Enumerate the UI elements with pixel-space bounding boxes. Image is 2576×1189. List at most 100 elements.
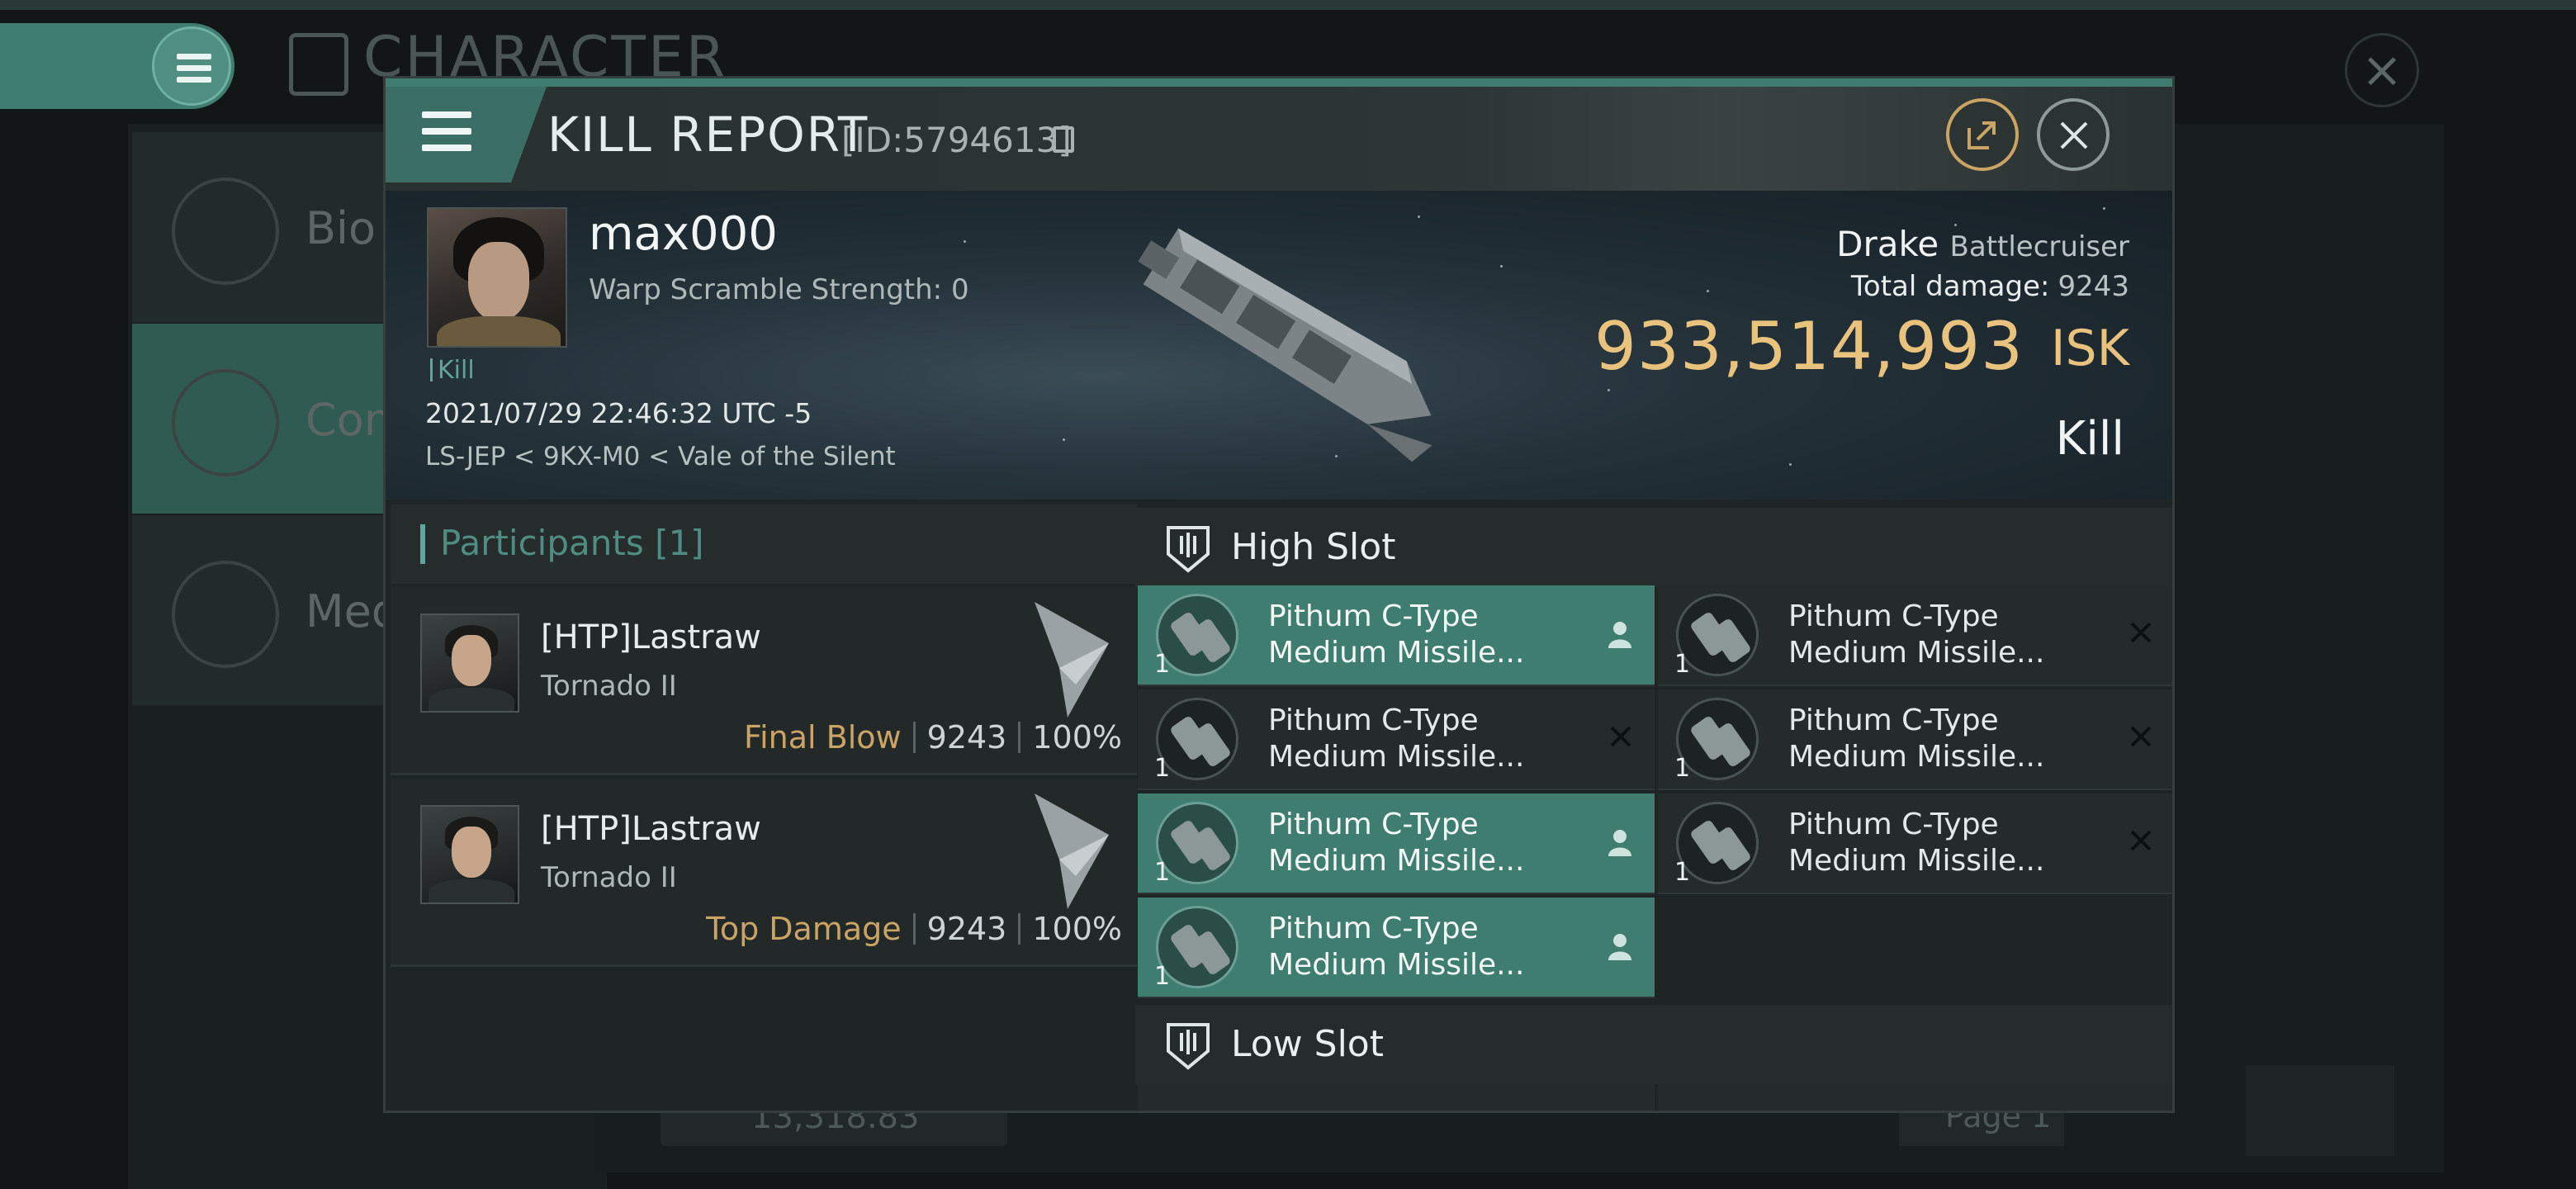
module-name-line1: Pithum C-Type [1268, 912, 1479, 945]
main-menu-button[interactable] [0, 23, 234, 109]
high-slot-icon [1167, 526, 1210, 573]
menu-icon [422, 111, 471, 118]
module-name-line2: Medium Missile... [1788, 740, 2045, 774]
module-name-line1: Pithum C-Type [1788, 599, 1999, 633]
module-item[interactable]: 1 Pithum C-Type Medium Missile... [1138, 689, 1655, 790]
copy-icon[interactable] [1053, 126, 1074, 153]
participant-row[interactable]: [HTP]Lastraw Tornado II Final Blow 9243 10… [391, 587, 1137, 775]
menu-icon [152, 26, 231, 106]
low-slot-header: Low Slot [1135, 1005, 2172, 1084]
participant-ship: Tornado II [541, 670, 677, 703]
total-damage: Total damage: 9243 [1851, 270, 2129, 303]
high-slot-header: High Slot [1135, 508, 2172, 587]
result-label: Kill [2055, 412, 2124, 466]
module-name-line2: Medium Missile... [1268, 740, 1525, 774]
participant-damage: 9243 [926, 719, 1007, 756]
top-damage-tag: Top Damage [706, 911, 902, 947]
module-quantity: 1 [1674, 754, 1691, 783]
participant-ship: Tornado II [541, 861, 677, 894]
isk-value: 933,514,993 [1594, 308, 2024, 385]
module-name: Pithum C-Type Medium Missile... [1788, 703, 2119, 775]
ship-name: Drake Battlecruiser [1836, 224, 2129, 264]
dropped-person-icon [1608, 830, 1631, 856]
participant-percent: 100% [1032, 911, 1122, 947]
destroyed-x-icon [2130, 726, 2152, 747]
module-name-line2: Medium Missile... [1788, 636, 2045, 670]
destroyed-x-icon [2130, 830, 2152, 851]
ship-class: Battlecruiser [1949, 230, 2129, 263]
participant-portrait [420, 805, 519, 904]
module-item[interactable]: 1 Pithum C-Type Medium Missile... [1658, 585, 2172, 686]
participants-accent [420, 524, 425, 564]
top-bar [0, 0, 2576, 10]
module-item[interactable]: 1 Pithum C-Type Medium Missile... [1138, 793, 1655, 894]
participants-count: [1] [655, 523, 704, 563]
kill-time: 2021/07/29 22:46:32 UTC -5 [425, 397, 812, 429]
module-name: Pithum C-Type Medium Missile... [1788, 599, 2119, 671]
isk-unit: ISK [2050, 320, 2129, 377]
module-name-line2: Medium Missile... [1788, 844, 2045, 878]
module-item[interactable]: 1 Pithum C-Type Medium Missile... [1138, 898, 1655, 998]
participant-ship-image [1035, 793, 1109, 909]
module-name-line2: Medium Missile... [1268, 948, 1525, 982]
high-slot-label: High Slot [1231, 526, 1396, 568]
participants-label-text: Participants [440, 523, 644, 563]
module-name-line1: Pithum C-Type [1268, 808, 1479, 841]
kill-tag: Kill [430, 356, 475, 385]
module-name-line1: Pithum C-Type [1268, 703, 1479, 737]
participants-label: Participants [1] [440, 523, 704, 563]
ship-name-text: Drake [1836, 224, 1939, 264]
kill-report-dialog: KILL REPORT [ID:5794613] max000 Warp Scr… [383, 76, 2175, 1113]
total-damage-label: Total damage: [1850, 270, 2050, 303]
participant-portrait [420, 613, 519, 713]
module-name-line2: Medium Missile... [1268, 844, 1525, 878]
victim-portrait[interactable] [427, 207, 567, 348]
victim-name[interactable]: max000 [589, 207, 778, 261]
participant-stats: Top Damage 9243 100% [706, 911, 1122, 947]
character-icon [289, 33, 348, 96]
module-item[interactable]: 1 Pithum C-Type Medium Missile... [1138, 585, 1655, 686]
module-item[interactable] [1658, 1082, 2172, 1111]
filter-button[interactable] [2246, 1065, 2394, 1156]
module-item[interactable] [1138, 1082, 1655, 1111]
module-name: Pithum C-Type Medium Missile... [1268, 703, 1598, 775]
module-name-line1: Pithum C-Type [1788, 808, 1999, 841]
module-name: Pithum C-Type Medium Missile... [1268, 911, 1598, 983]
participant-row[interactable]: [HTP]Lastraw Tornado II Top Damage 9243 10… [391, 779, 1137, 967]
module-quantity: 1 [1154, 754, 1171, 783]
module-quantity: 1 [1154, 858, 1171, 887]
participant-ship-image [1035, 602, 1109, 718]
kill-location[interactable]: LS-JEP < 9KX-M0 < Vale of the Silent [425, 442, 896, 471]
module-name-line1: Pithum C-Type [1788, 703, 1999, 737]
low-slot-label: Low Slot [1231, 1023, 1384, 1065]
close-button[interactable] [2037, 98, 2110, 171]
low-slot-icon [1167, 1023, 1210, 1070]
final-blow-tag: Final Blow [744, 719, 902, 756]
page-close-icon[interactable]: × [2345, 33, 2419, 107]
total-damage-value: 9243 [2057, 270, 2129, 303]
star-icon [172, 561, 279, 668]
share-icon [1968, 121, 1996, 149]
participant-name: [HTP]Lastraw [541, 618, 761, 656]
dropped-person-icon [1608, 622, 1631, 648]
module-name: Pithum C-Type Medium Missile... [1268, 599, 1598, 671]
destroyed-x-icon [1610, 726, 1631, 747]
participant-name: [HTP]Lastraw [541, 810, 761, 848]
dropped-person-icon [1608, 934, 1631, 960]
participant-stats: Final Blow 9243 100% [744, 719, 1122, 756]
participant-damage: 9243 [926, 911, 1007, 947]
victim-ship-image[interactable] [1104, 207, 1484, 471]
module-quantity: 1 [1154, 650, 1171, 679]
warp-scramble-strength: Warp Scramble Strength: 0 [589, 273, 969, 306]
module-name: Pithum C-Type Medium Missile... [1788, 807, 2119, 879]
share-button[interactable] [1946, 98, 2019, 171]
module-quantity: 1 [1154, 962, 1171, 991]
module-name: Pithum C-Type Medium Missile... [1268, 807, 1598, 879]
module-name-line1: Pithum C-Type [1268, 599, 1479, 633]
crossed-swords-icon [172, 369, 279, 476]
dialog-title: KILL REPORT [547, 107, 869, 163]
module-item[interactable]: 1 Pithum C-Type Medium Missile... [1658, 689, 2172, 790]
kill-id: [ID:5794613] [841, 120, 1072, 160]
module-name-line2: Medium Missile... [1268, 636, 1525, 670]
module-item[interactable]: 1 Pithum C-Type Medium Missile... [1658, 793, 2172, 894]
